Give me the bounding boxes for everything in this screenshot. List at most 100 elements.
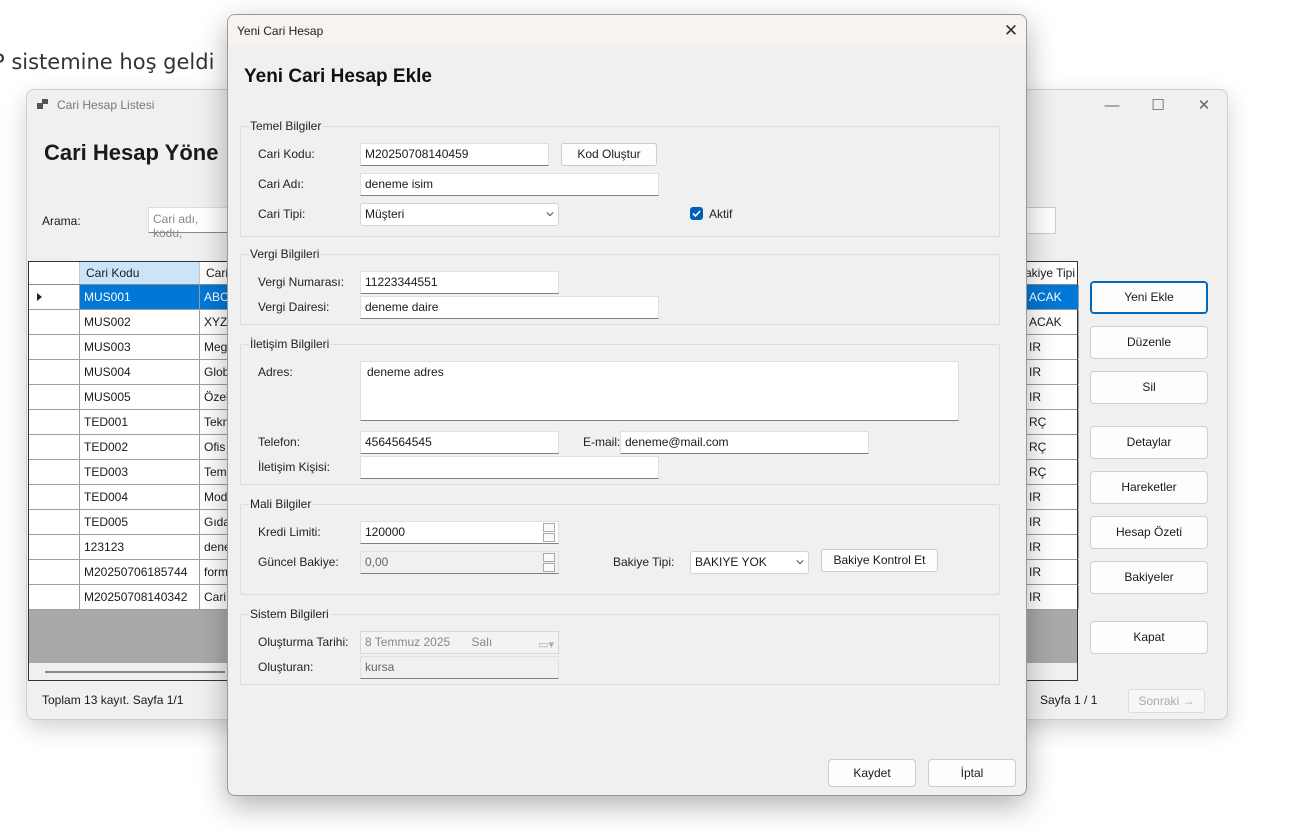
cell-name[interactable]: Ofis — [200, 435, 230, 459]
spin-down-icon[interactable] — [543, 563, 555, 572]
cell-balance-type[interactable]: IR — [1025, 510, 1079, 534]
cancel-button[interactable]: İptal — [928, 759, 1016, 787]
transactions-button[interactable]: Hareketler — [1090, 471, 1208, 504]
search-input[interactable]: Cari adı, kodu, — [148, 207, 228, 240]
balances-button[interactable]: Bakiyeler — [1090, 561, 1208, 594]
cell-balance-type[interactable]: IR — [1025, 360, 1079, 384]
cell-name[interactable]: Temi — [200, 460, 230, 484]
column-header-code[interactable]: Cari Kodu — [80, 262, 200, 284]
cell-code[interactable]: TED002 — [80, 435, 200, 459]
cell-code[interactable]: MUS002 — [80, 310, 200, 334]
active-label: Aktif — [709, 207, 733, 221]
column-header-balance-type[interactable]: akiye Tipi — [1025, 262, 1079, 284]
active-checkbox[interactable] — [690, 207, 703, 220]
cell-code[interactable]: 123123 — [80, 535, 200, 559]
cell-code[interactable]: M20250706185744 — [80, 560, 200, 584]
cell-code[interactable]: TED004 — [80, 485, 200, 509]
cell-code[interactable]: MUS001 — [80, 285, 200, 309]
save-button[interactable]: Kaydet — [828, 759, 916, 787]
cell-balance-type[interactable]: IR — [1025, 485, 1079, 509]
balance-check-button[interactable]: Bakiye Kontrol Et — [821, 549, 938, 572]
cell-name[interactable]: Mod — [200, 485, 230, 509]
cell-name[interactable]: Özel — [200, 385, 230, 409]
cell-balance-type[interactable]: IR — [1025, 335, 1079, 359]
row-header[interactable] — [29, 410, 80, 434]
cell-name[interactable]: dene — [200, 535, 230, 559]
cell-name[interactable]: Cari — [200, 585, 230, 609]
cell-code[interactable]: MUS004 — [80, 360, 200, 384]
row-header[interactable] — [29, 560, 80, 584]
column-header-name[interactable]: Cari — [200, 262, 230, 284]
tax-office-label: Vergi Dairesi: — [258, 300, 330, 314]
close-button[interactable]: Kapat — [1090, 621, 1208, 654]
spin-down-icon[interactable] — [543, 533, 555, 542]
row-header[interactable] — [29, 435, 80, 459]
cell-name[interactable]: Tekn — [200, 410, 230, 434]
address-textarea[interactable]: deneme adres — [360, 361, 959, 421]
row-header[interactable] — [29, 360, 80, 384]
tax-number-input[interactable]: 11223344551 — [360, 271, 559, 294]
row-header[interactable] — [29, 310, 80, 334]
cari-name-input[interactable]: deneme isim — [360, 173, 659, 196]
cell-balance-type[interactable]: RÇ — [1025, 460, 1079, 484]
generate-code-button[interactable]: Kod Oluştur — [561, 143, 657, 166]
cell-balance-type[interactable]: IR — [1025, 560, 1079, 584]
email-input[interactable]: deneme@mail.com — [620, 431, 869, 454]
financial-info-legend: Mali Bilgiler — [249, 497, 313, 511]
minimize-icon[interactable]: — — [1089, 90, 1135, 120]
account-summary-button[interactable]: Hesap Özeti — [1090, 516, 1208, 549]
cell-code[interactable]: TED003 — [80, 460, 200, 484]
creation-date-picker[interactable]: 8 Temmuz 2025 Salı ▭▾ — [360, 631, 559, 654]
cell-balance-type[interactable]: IR — [1025, 385, 1079, 409]
close-icon[interactable]: ✕ — [1181, 90, 1227, 120]
cell-code[interactable]: MUS003 — [80, 335, 200, 359]
row-header[interactable] — [29, 585, 80, 609]
cell-name[interactable]: Gıda — [200, 510, 230, 534]
next-page-button[interactable]: Sonraki → — [1128, 689, 1205, 713]
contact-person-input[interactable] — [360, 456, 659, 479]
maximize-icon[interactable]: ☐ — [1135, 90, 1181, 120]
phone-label: Telefon: — [258, 435, 301, 449]
cell-name[interactable]: Meg — [200, 335, 230, 359]
cell-name[interactable]: Glob — [200, 360, 230, 384]
row-header[interactable] — [29, 385, 80, 409]
credit-limit-input[interactable]: 120000 — [360, 521, 559, 544]
cell-code[interactable]: M20250708140342 — [80, 585, 200, 609]
tax-office-input[interactable]: deneme daire — [360, 296, 659, 319]
cell-balance-type[interactable]: ACAK — [1025, 285, 1079, 309]
cell-balance-type[interactable]: ACAK — [1025, 310, 1079, 334]
cari-type-select[interactable]: Müşteri — [360, 203, 559, 226]
cell-balance-type[interactable]: RÇ — [1025, 410, 1079, 434]
email-label: E-mail: — [583, 435, 621, 449]
row-header[interactable] — [29, 535, 80, 559]
row-header[interactable] — [29, 510, 80, 534]
search-input-end[interactable] — [1022, 207, 1056, 234]
cell-name[interactable]: XYZ — [200, 310, 230, 334]
creator-input[interactable]: kursa — [360, 656, 559, 679]
current-balance-spinner[interactable] — [543, 552, 557, 573]
cell-code[interactable]: TED005 — [80, 510, 200, 534]
cell-code[interactable]: TED001 — [80, 410, 200, 434]
new-button[interactable]: Yeni Ekle — [1090, 281, 1208, 314]
spin-up-icon[interactable] — [543, 553, 555, 562]
delete-button[interactable]: Sil — [1090, 371, 1208, 404]
cell-balance-type[interactable]: IR — [1025, 585, 1079, 609]
cell-balance-type[interactable]: IR — [1025, 535, 1079, 559]
cell-name[interactable]: ABC — [200, 285, 230, 309]
phone-input[interactable]: 4564564545 — [360, 431, 559, 454]
row-header[interactable] — [29, 335, 80, 359]
cari-code-input[interactable]: M20250708140459 — [360, 143, 549, 166]
cell-name[interactable]: form — [200, 560, 230, 584]
edit-button[interactable]: Düzenle — [1090, 326, 1208, 359]
cell-code[interactable]: MUS005 — [80, 385, 200, 409]
row-header[interactable] — [29, 485, 80, 509]
credit-limit-spinner[interactable] — [543, 522, 557, 543]
close-icon[interactable]: ✕ — [996, 15, 1026, 46]
current-balance-input[interactable]: 0,00 — [360, 551, 559, 574]
row-header[interactable] — [29, 460, 80, 484]
cell-balance-type[interactable]: RÇ — [1025, 435, 1079, 459]
spin-up-icon[interactable] — [543, 523, 555, 532]
details-button[interactable]: Detaylar — [1090, 426, 1208, 459]
balance-type-select[interactable]: BAKIYE YOK — [690, 551, 809, 574]
row-header[interactable] — [29, 285, 80, 309]
